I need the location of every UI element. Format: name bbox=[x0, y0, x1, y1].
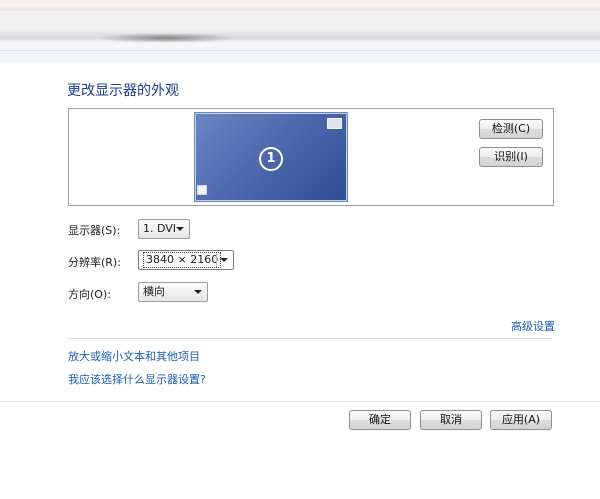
cancel-button[interactable]: 取消 bbox=[420, 410, 482, 430]
chevron-down-icon bbox=[220, 258, 228, 262]
text-size-link[interactable]: 放大或缩小文本和其他项目 bbox=[68, 348, 200, 364]
display-select-value: 1. DVI bbox=[143, 222, 177, 235]
advanced-settings-link[interactable]: 高级设置 bbox=[511, 318, 555, 334]
resolution-label: 分辨率(R): bbox=[68, 256, 121, 269]
window-header-bar bbox=[0, 50, 600, 63]
resolution-select-value: 3840 × 2160 bbox=[143, 252, 222, 268]
monitor-corner-icon bbox=[197, 185, 207, 195]
monitor-number-badge: 1 bbox=[259, 147, 283, 171]
display-select[interactable]: 1. DVI bbox=[138, 219, 190, 239]
orientation-select-value: 横向 bbox=[143, 285, 165, 298]
ok-button[interactable]: 确定 bbox=[349, 410, 411, 430]
background-shadow bbox=[96, 33, 236, 43]
resolution-select[interactable]: 3840 × 2160 bbox=[138, 250, 234, 270]
chevron-down-icon bbox=[176, 227, 184, 231]
apply-button[interactable]: 应用(A) bbox=[490, 410, 552, 430]
window-background-strip bbox=[0, 0, 600, 63]
monitor-preview-panel: 1 检测(C) 识别(I) bbox=[68, 108, 554, 206]
chevron-down-icon bbox=[194, 290, 202, 294]
page-title: 更改显示器的外观 bbox=[67, 83, 179, 99]
monitor-corner-icon bbox=[327, 118, 342, 129]
detect-button[interactable]: 检测(C) bbox=[479, 119, 543, 139]
monitor-1-thumbnail[interactable]: 1 bbox=[194, 112, 348, 202]
select-divider bbox=[216, 253, 217, 267]
orientation-label: 方向(O): bbox=[68, 288, 111, 301]
which-settings-link[interactable]: 我应该选择什么显示器设置? bbox=[68, 371, 206, 387]
identify-button[interactable]: 识别(I) bbox=[479, 147, 543, 167]
orientation-select[interactable]: 横向 bbox=[138, 282, 208, 302]
section-divider bbox=[68, 338, 552, 339]
footer-divider bbox=[0, 401, 600, 402]
display-label: 显示器(S): bbox=[68, 224, 121, 237]
